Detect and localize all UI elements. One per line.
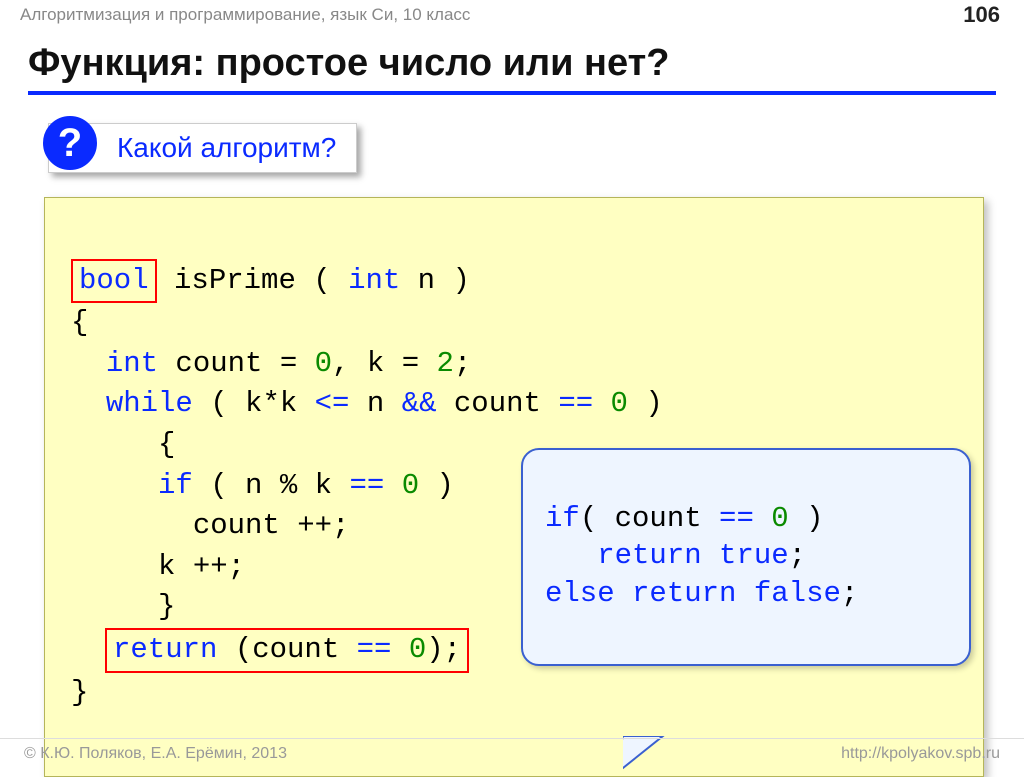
header-bar: Алгоритмизация и программирование, язык … [0, 0, 1024, 30]
footer-left: © К.Ю. Поляков, Е.А. Ерёмин, 2013 [24, 745, 287, 762]
footer-right: http://kpolyakov.spb.ru [841, 739, 1000, 769]
question-callout: ? Какой алгоритм? [48, 123, 357, 173]
title-wrap: Функция: простое число или нет? [0, 30, 1024, 101]
code-block: bool isPrime ( int n ) { int count = 0, … [44, 197, 984, 777]
kw-bool: bool [79, 264, 149, 297]
subject-text: Алгоритмизация и программирование, язык … [20, 5, 470, 24]
kw-while: while [106, 387, 193, 420]
page-number: 106 [963, 0, 1000, 30]
question-mark-icon: ? [43, 116, 97, 170]
question-text: Какой алгоритм? [117, 132, 336, 163]
footer-bar: © К.Ю. Поляков, Е.А. Ерёмин, 2013 http:/… [0, 738, 1024, 768]
kw-return: return [113, 633, 217, 666]
explanation-callout: if( count == 0 ) return true; else retur… [521, 448, 971, 666]
kw-if: if [158, 469, 193, 502]
page-title: Функция: простое число или нет? [28, 42, 996, 95]
kw-int: int [348, 264, 400, 297]
